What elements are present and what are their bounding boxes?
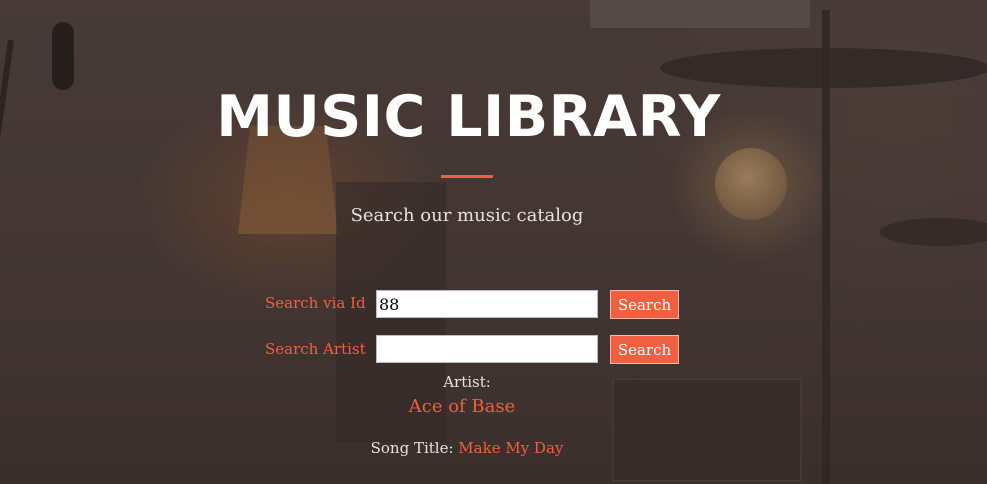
search-id-input[interactable]: [376, 290, 598, 318]
artist-label: Artist:: [443, 373, 491, 391]
search-artist-button[interactable]: Search: [610, 335, 679, 364]
title-divider: [441, 175, 493, 178]
main-content: MUSIC LIBRARY Search our music catalog S…: [0, 0, 987, 484]
song-title-line: Song Title: Make My Day: [0, 439, 934, 457]
song-title-value: Make My Day: [458, 439, 564, 457]
search-artist-input[interactable]: [376, 335, 598, 363]
search-id-button[interactable]: Search: [610, 290, 679, 319]
artist-value: Ace of Base: [408, 396, 516, 417]
song-title-label: Song Title:: [370, 439, 454, 457]
page-title: MUSIC LIBRARY: [216, 84, 721, 150]
search-id-label: Search via Id: [265, 294, 366, 312]
search-artist-label: Search Artist: [265, 340, 366, 358]
page-subtitle: Search our music catalog: [350, 205, 584, 226]
